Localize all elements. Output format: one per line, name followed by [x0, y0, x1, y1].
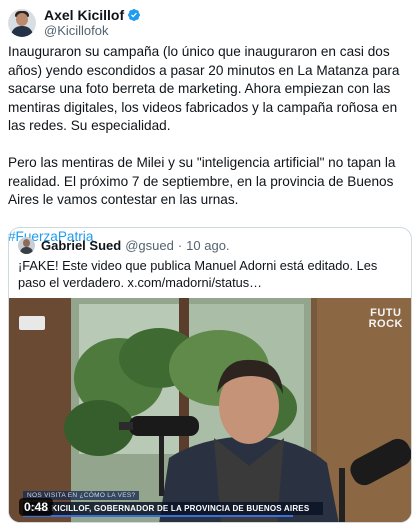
quoted-tweet-text: ¡FAKE! Este video que publica Manuel Ado…: [18, 258, 378, 290]
quoted-tweet-card[interactable]: Gabriel Sued @gsued · 10 ago. ¡FAKE! Est…: [8, 227, 412, 523]
lower-third-main: AXEL KICILLOF, GOBERNADOR DE LA PROVINCI…: [23, 502, 323, 515]
tweet[interactable]: Axel Kicillof @Kicillofok Inauguraron su…: [0, 0, 420, 529]
author-display-name[interactable]: Axel Kicillof: [44, 7, 124, 23]
quoted-tweet-header: Gabriel Sued @gsued · 10 ago.: [18, 236, 230, 254]
author-names: Axel Kicillof @Kicillofok: [44, 7, 141, 39]
tweet-paragraph-2: Pero las mentiras de Milei y su "intelig…: [8, 155, 396, 207]
quoted-separator: ·: [177, 237, 183, 253]
lower-third-bar: [23, 515, 293, 517]
tweet-paragraph-1: Inauguraron su campaña (lo único que ina…: [8, 44, 400, 133]
brand-line-2: ROCK: [368, 318, 403, 330]
quoted-author-avatar: [18, 236, 35, 254]
author-name-row: Axel Kicillof: [44, 7, 141, 23]
author-avatar[interactable]: [8, 9, 36, 37]
video-watermark-icon: [19, 316, 45, 330]
quoted-author-name: Gabriel Sued: [41, 237, 122, 253]
video-lower-third: NOS VISITA EN ¿CÓMO LA VES? AXEL KICILLO…: [23, 484, 323, 517]
channel-logo: FUTU ROCK: [369, 308, 403, 330]
quoted-author-handle: @gsued: [125, 237, 174, 253]
verified-badge-icon: [128, 9, 141, 21]
tweet-header: Axel Kicillof @Kicillofok: [8, 6, 141, 40]
video-player[interactable]: FUTU ROCK NOS VISITA EN ¿CÓMO LA VES? AX…: [9, 298, 411, 522]
quoted-date: 10 ago.: [186, 237, 230, 253]
video-duration-badge: 0:48: [19, 498, 54, 516]
author-handle[interactable]: @Kicillofok: [44, 23, 141, 39]
